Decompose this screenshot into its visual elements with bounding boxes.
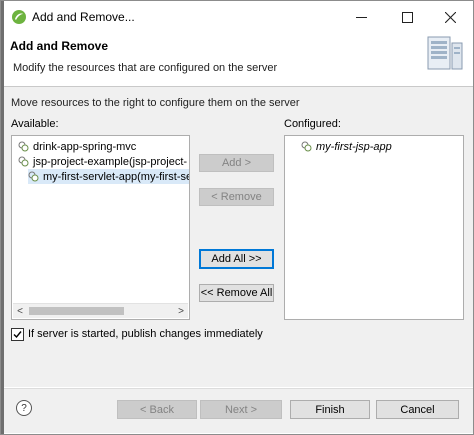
list-item[interactable]: drink-app-spring-mvc <box>18 139 136 154</box>
list-item-label: my-first-jsp-app <box>316 140 392 153</box>
list-item-label: my-first-servlet-app(my-first-serv <box>43 170 190 183</box>
help-icon[interactable]: ? <box>16 400 32 416</box>
web-module-icon <box>18 156 29 167</box>
scroll-right-arrow[interactable]: > <box>174 304 188 318</box>
maximize-icon <box>401 11 413 23</box>
checkmark-icon <box>13 330 22 338</box>
wizard-header: Add and Remove Modify the resources that… <box>4 34 473 85</box>
publish-checkbox[interactable] <box>11 327 24 341</box>
configured-list[interactable]: my-first-jsp-app <box>284 135 464 320</box>
minimize-button[interactable] <box>338 0 384 34</box>
header-title: Add and Remove <box>10 39 109 53</box>
scrollbar-thumb[interactable] <box>29 307 124 315</box>
header-description: Modify the resources that are configured… <box>13 62 278 74</box>
scroll-left-arrow[interactable]: < <box>13 304 27 318</box>
web-module-icon <box>28 171 39 182</box>
maximize-button[interactable] <box>384 0 430 34</box>
available-label: Available: <box>11 118 59 130</box>
back-button[interactable]: < Back <box>117 400 197 419</box>
publish-checkbox-row[interactable]: If server is started, publish changes im… <box>11 327 263 341</box>
eclipse-app-icon <box>11 9 27 25</box>
close-icon <box>444 11 456 23</box>
next-button[interactable]: Next > <box>200 400 282 419</box>
list-item-label: jsp-project-example(jsp-project- <box>33 155 188 168</box>
finish-button[interactable]: Finish <box>290 400 370 419</box>
server-banner-icon <box>418 34 466 75</box>
list-item-label: drink-app-spring-mvc <box>33 140 137 153</box>
minimize-icon <box>355 12 367 23</box>
title-bar[interactable]: Add and Remove... <box>4 0 473 34</box>
list-item[interactable]: my-first-servlet-app(my-first-serv <box>28 169 190 184</box>
remove-button[interactable]: < Remove <box>199 188 274 206</box>
add-all-button[interactable]: Add All >> <box>199 249 274 269</box>
web-module-icon <box>18 141 29 152</box>
horizontal-scrollbar[interactable]: < > <box>13 303 188 318</box>
available-list[interactable]: drink-app-spring-mvc jsp-project-example… <box>11 135 190 320</box>
publish-checkbox-label: If server is started, publish changes im… <box>28 328 263 340</box>
list-item[interactable]: jsp-project-example(jsp-project- <box>18 154 187 169</box>
close-button[interactable] <box>427 0 473 34</box>
cancel-button[interactable]: Cancel <box>376 400 459 419</box>
web-module-icon <box>301 141 312 152</box>
list-item[interactable]: my-first-jsp-app <box>301 139 392 154</box>
window-title: Add and Remove... <box>32 10 135 24</box>
add-button[interactable]: Add > <box>199 154 274 172</box>
remove-all-button[interactable]: << Remove All <box>199 284 274 302</box>
configured-label: Configured: <box>284 118 341 130</box>
instruction-text: Move resources to the right to configure… <box>11 97 300 109</box>
